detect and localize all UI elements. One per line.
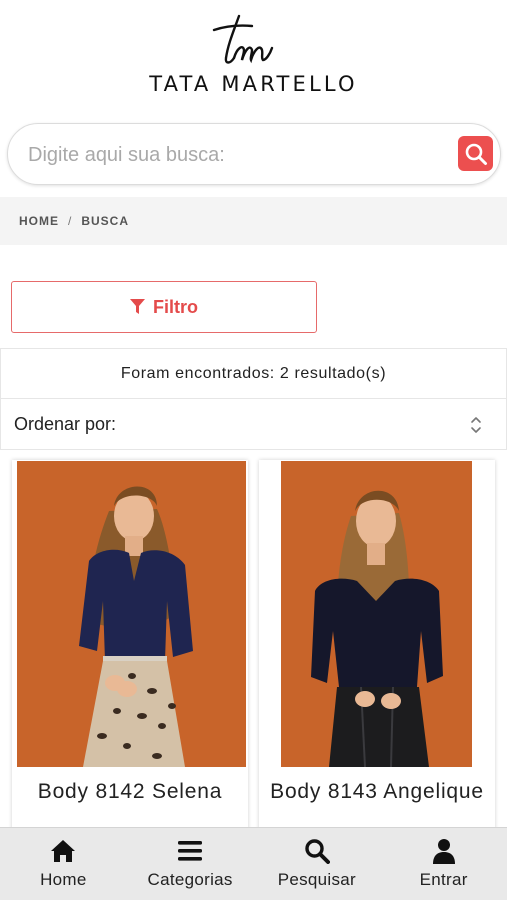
product-image[interactable] xyxy=(281,461,472,767)
sort-select[interactable]: Ordenar por: xyxy=(0,398,507,450)
nav-home-label: Home xyxy=(40,870,87,889)
breadcrumb: HOME / BUSCA xyxy=(0,197,507,245)
filter-label: Filtro xyxy=(153,296,198,317)
user-icon xyxy=(432,839,455,864)
nav-pesquisar-label: Pesquisar xyxy=(277,870,357,889)
nav-categorias[interactable]: Categorias xyxy=(127,828,254,900)
search-icon xyxy=(465,143,487,165)
search-button[interactable] xyxy=(458,136,493,171)
header: TATA MARTELLO xyxy=(0,0,507,110)
product-name[interactable]: Body 8143 Angelique xyxy=(259,780,495,803)
product-card[interactable]: Body 8142 Selena xyxy=(12,460,248,840)
nav-entrar[interactable]: Entrar xyxy=(380,828,507,900)
search-icon xyxy=(305,839,330,864)
filter-button[interactable]: Filtro xyxy=(11,281,317,333)
menu-icon xyxy=(178,841,203,861)
nav-pesquisar[interactable]: Pesquisar xyxy=(254,828,381,900)
chevron-updown-icon xyxy=(471,417,481,433)
results-text: Foram encontrados: 2 resultado(s) xyxy=(120,364,387,382)
sort-label: Ordenar por: xyxy=(14,413,117,434)
product-image[interactable] xyxy=(17,461,246,767)
brand-name[interactable]: TATA MARTELLO xyxy=(0,72,507,96)
breadcrumb-home[interactable]: HOME xyxy=(19,214,59,228)
breadcrumb-separator: / xyxy=(68,214,73,228)
bottom-nav: Home Categorias Pesquisar Entrar xyxy=(0,827,507,900)
product-photo-icon xyxy=(17,461,246,767)
product-card[interactable]: Body 8143 Angelique xyxy=(259,460,495,840)
nav-entrar-label: Entrar xyxy=(419,870,468,889)
results-count: Foram encontrados: 2 resultado(s) xyxy=(0,348,507,399)
search-bar xyxy=(7,123,501,185)
nav-home[interactable]: Home xyxy=(0,828,127,900)
home-icon xyxy=(51,840,76,862)
brand-logo-mark[interactable] xyxy=(206,14,276,70)
product-name[interactable]: Body 8142 Selena xyxy=(12,780,248,803)
product-photo-icon xyxy=(281,461,472,767)
filter-icon xyxy=(130,299,145,314)
breadcrumb-current: BUSCA xyxy=(81,214,130,228)
nav-categorias-label: Categorias xyxy=(147,870,233,889)
search-input[interactable] xyxy=(28,136,448,174)
